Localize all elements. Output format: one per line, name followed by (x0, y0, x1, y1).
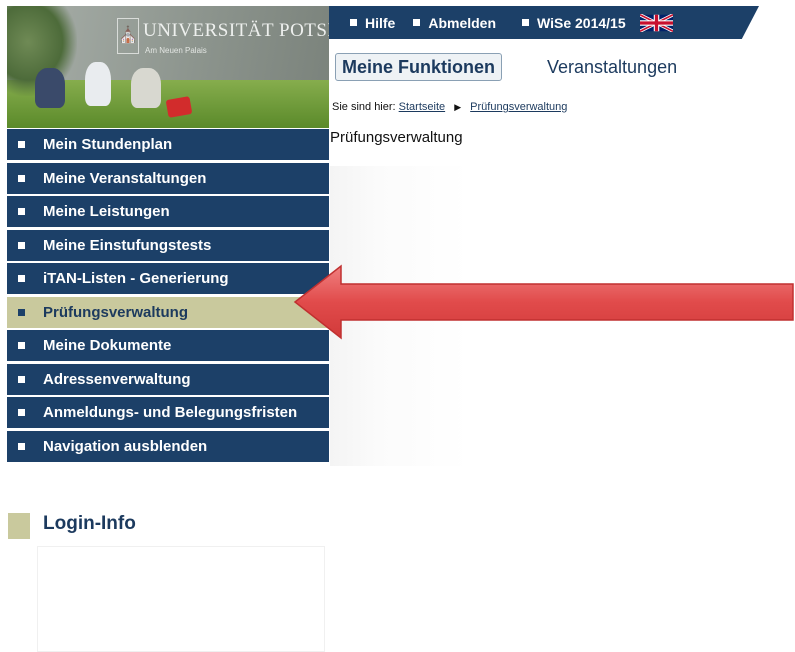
tab-veranstaltungen[interactable]: Veranstaltungen (547, 56, 677, 78)
sidebar-item-label: Meine Leistungen (43, 203, 170, 220)
sidebar-item-label: Adressenverwaltung (43, 370, 191, 388)
bullet-icon (18, 442, 25, 450)
sidebar-item-label: Meine Veranstaltungen (43, 169, 207, 187)
bullet-icon (18, 241, 25, 249)
sidebar-item-einstufungstests[interactable]: Meine Einstufungstests (7, 229, 329, 261)
page-title: Prüfungsverwaltung (330, 129, 463, 146)
logout-label: Abmelden (428, 14, 497, 31)
bullet-icon (350, 19, 357, 26)
sidebar-item-label: Meine Einstufungstests (43, 236, 212, 254)
university-seal-icon: ⛪ (117, 18, 139, 54)
sidebar-item-itan-listen[interactable]: iTAN-Listen - Generierung (7, 263, 329, 294)
help-link[interactable]: Hilfe (350, 15, 395, 31)
student-figure (85, 62, 111, 106)
semester-link[interactable]: WiSe 2014/15 (522, 15, 626, 31)
bullet-icon (18, 375, 25, 383)
sidebar-item-fristen[interactable]: Anmeldungs- und Belegungsfristen (7, 397, 329, 428)
sidebar-item-label: Meine Dokumente (43, 337, 172, 354)
breadcrumb-prefix: Sie sind hier: (332, 101, 396, 113)
sidebar-item-navigation-ausblenden[interactable]: Navigation ausblenden (7, 430, 329, 462)
sidebar-item-pruefungsverwaltung[interactable]: Prüfungsverwaltung (7, 296, 329, 328)
breadcrumb: Sie sind hier: Startseite ▶ Prüfungsverw… (332, 101, 567, 113)
login-info-box (37, 546, 325, 652)
uk-flag-icon[interactable] (638, 12, 674, 33)
sidebar-item-label: Anmeldungs- und Belegungsfristen (43, 404, 298, 421)
sidebar-item-label: Mein Stundenplan (43, 136, 173, 153)
breadcrumb-home-link[interactable]: Startseite (399, 101, 445, 113)
bullet-icon (18, 275, 25, 282)
university-subtitle: Am Neuen Palais (145, 46, 207, 55)
sidebar-item-label: Navigation ausblenden (43, 437, 208, 455)
breadcrumb-arrow-icon: ▶ (454, 102, 462, 112)
university-name: UNIVERSITÄT POTSDAM (143, 20, 329, 41)
bullet-icon (18, 141, 25, 148)
sidebar-item-leistungen[interactable]: Meine Leistungen (7, 196, 329, 227)
login-info-title: Login-Info (43, 513, 136, 534)
annotation-arrow-icon (293, 264, 794, 340)
sidebar-item-label: Prüfungsverwaltung (43, 303, 189, 321)
sidebar-item-adressenverwaltung[interactable]: Adressenverwaltung (7, 363, 329, 395)
bullet-icon (18, 208, 25, 215)
bullet-icon (413, 19, 421, 26)
tab-meine-funktionen[interactable]: Meine Funktionen (335, 53, 502, 81)
student-figure (131, 68, 161, 108)
sidebar-item-veranstaltungen[interactable]: Meine Veranstaltungen (7, 162, 329, 194)
bullet-icon (18, 308, 25, 316)
login-info-marker (8, 513, 30, 539)
sidebar-item-label: iTAN-Listen - Generierung (43, 270, 229, 287)
sidebar-item-dokumente[interactable]: Meine Dokumente (7, 330, 329, 361)
bullet-icon (18, 342, 25, 349)
bullet-icon (522, 19, 530, 26)
semester-label: WiSe 2014/15 (537, 14, 626, 31)
sidebar-nav: Mein Stundenplan Meine Veranstaltungen M… (7, 129, 329, 464)
student-figure (35, 68, 65, 108)
top-bar: Hilfe Abmelden WiSe 2014/15 (329, 6, 759, 39)
sidebar-item-stundenplan[interactable]: Mein Stundenplan (7, 129, 329, 160)
bullet-icon (18, 409, 25, 416)
help-label: Hilfe (365, 14, 396, 31)
header-campus-photo: ⛪ UNIVERSITÄT POTSDAM Am Neuen Palais (7, 6, 329, 128)
breadcrumb-current-link[interactable]: Prüfungsverwaltung (470, 101, 567, 113)
bullet-icon (18, 174, 25, 182)
logout-link[interactable]: Abmelden (413, 15, 496, 31)
